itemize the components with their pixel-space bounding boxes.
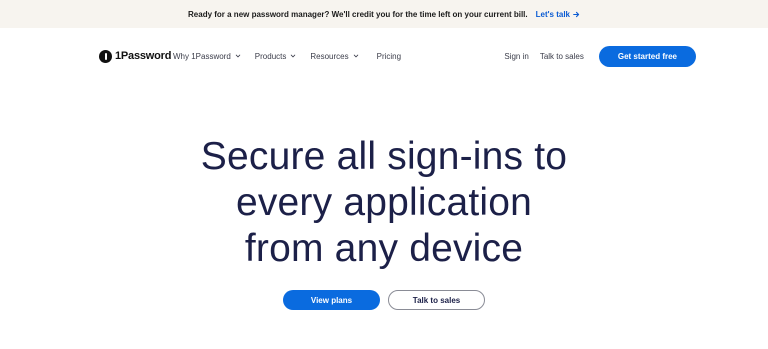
banner-link-label: Let's talk [535,9,570,19]
nav-item-label: Products [254,51,287,61]
nav-links: Why 1Password Products Resources Pricing [173,48,401,64]
main-nav: 1Password Why 1Password Products Resourc… [0,28,768,84]
nav-item-label: Why 1Password [173,51,231,61]
sign-in-link[interactable]: Sign in [504,52,528,61]
logo-icon [99,49,112,63]
hero-headline: Secure all sign-ins to every application… [124,134,644,272]
chevron-down-icon [353,54,358,58]
nav-item-products[interactable]: Products [255,52,297,61]
chevron-down-icon [291,54,296,58]
nav-item-resources[interactable]: Resources [310,52,358,61]
nav-item-pricing[interactable]: Pricing [377,52,401,61]
nav-actions: Sign in Talk to sales Get started free [504,45,696,67]
talk-to-sales-link[interactable]: Talk to sales [540,52,584,61]
nav-item-label: Pricing [376,51,402,61]
headline-line: from any device [244,227,524,270]
arrow-right-icon [573,11,580,17]
promo-banner: Ready for a new password manager? We'll … [0,0,768,28]
view-plans-button[interactable]: View plans [283,290,380,310]
logo-text: 1Password [115,50,172,62]
talk-to-sales-button[interactable]: Talk to sales [388,290,485,310]
nav-item-why-1password[interactable]: Why 1Password [173,52,241,61]
headline-line: Secure all sign-ins to [200,135,568,178]
hero-buttons: View plans Talk to sales [0,290,768,310]
banner-link[interactable]: Let's talk [536,10,580,19]
nav-item-label: Resources [310,51,349,61]
chevron-down-icon [235,54,241,58]
headline-line: every application [235,181,533,224]
logo[interactable]: 1Password [99,48,171,64]
get-started-button[interactable]: Get started free [598,45,696,67]
banner-message: Ready for a new password manager? We'll … [188,9,528,19]
hero: Secure all sign-ins to every application… [0,134,768,272]
